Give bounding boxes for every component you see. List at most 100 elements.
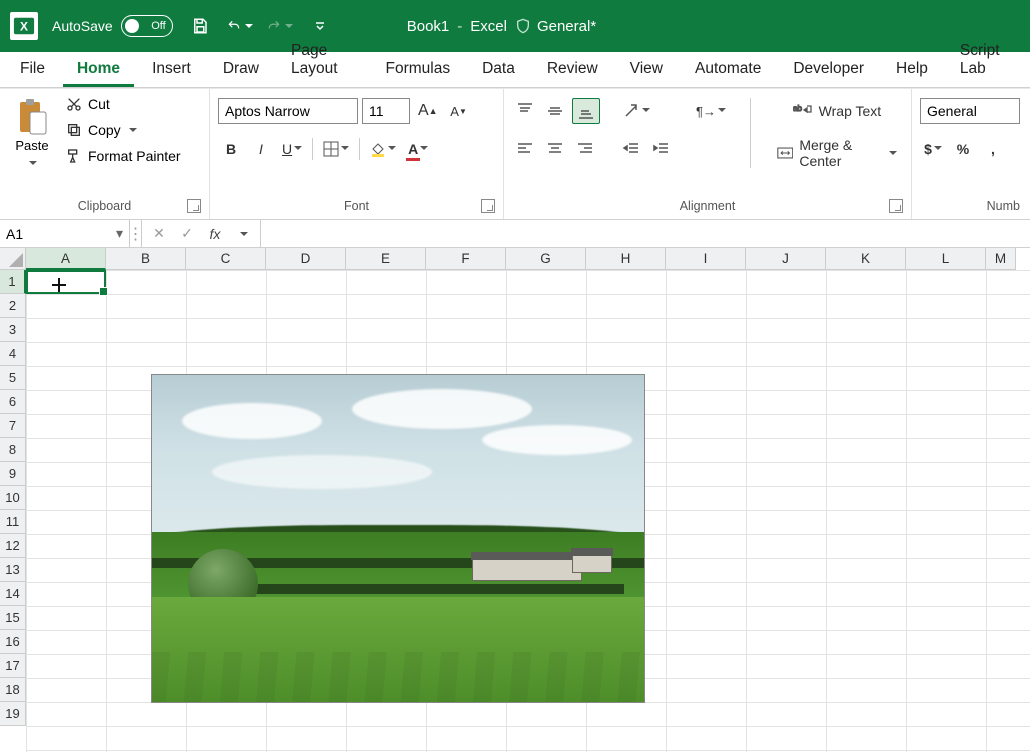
tab-data[interactable]: Data [468,52,529,87]
sensitivity-label[interactable]: General* [515,18,596,35]
font-color-button[interactable]: A [404,136,432,162]
alignment-dialog-launcher[interactable] [889,199,903,213]
autosave-control[interactable]: AutoSave Off [52,15,173,37]
align-middle-icon[interactable] [542,98,568,124]
worksheet-grid[interactable]: ABCDEFGHIJKLM 12345678910111213141516171… [0,248,1030,752]
decrease-font-icon[interactable]: A▼ [446,98,472,124]
row-header-9[interactable]: 9 [0,462,26,486]
col-header-F[interactable]: F [426,248,506,270]
align-left-icon[interactable] [512,136,538,162]
col-header-J[interactable]: J [746,248,826,270]
orientation-button[interactable] [618,98,654,124]
col-header-C[interactable]: C [186,248,266,270]
accept-formula-icon[interactable]: ✓ [174,221,200,247]
row-header-17[interactable]: 17 [0,654,26,678]
tab-insert[interactable]: Insert [138,52,205,87]
font-size-input[interactable] [362,98,410,124]
row-headers[interactable]: 12345678910111213141516171819 [0,270,26,752]
row-header-14[interactable]: 14 [0,582,26,606]
copy-button[interactable]: Copy [62,120,185,140]
font-name-input[interactable] [218,98,358,124]
formula-dropdown-icon[interactable] [230,221,256,247]
paste-dropdown-icon[interactable] [27,155,37,173]
text-direction-button[interactable]: ¶→ [692,98,730,124]
tab-home[interactable]: Home [63,52,134,87]
align-top-icon[interactable] [512,98,538,124]
tab-file[interactable]: File [6,52,59,87]
column-headers[interactable]: ABCDEFGHIJKLM [26,248,1030,270]
redo-button[interactable] [267,13,293,39]
row-header-15[interactable]: 15 [0,606,26,630]
row-header-1[interactable]: 1 [0,270,26,294]
col-header-M[interactable]: M [986,248,1016,270]
comma-style-button[interactable]: , [980,136,1006,162]
percent-button[interactable]: % [950,136,976,162]
col-header-L[interactable]: L [906,248,986,270]
tab-draw[interactable]: Draw [209,52,273,87]
chevron-down-icon[interactable]: ▾ [116,225,123,242]
embedded-image[interactable] [151,374,645,703]
row-header-19[interactable]: 19 [0,702,26,726]
col-header-G[interactable]: G [506,248,586,270]
tab-review[interactable]: Review [533,52,612,87]
row-header-8[interactable]: 8 [0,438,26,462]
align-center-icon[interactable] [542,136,568,162]
col-header-D[interactable]: D [266,248,346,270]
col-header-I[interactable]: I [666,248,746,270]
formula-input[interactable] [261,220,1030,247]
select-all-corner[interactable] [0,248,26,270]
name-box[interactable]: A1 ▾ [0,220,130,247]
number-format-input[interactable] [920,98,1020,124]
bold-button[interactable]: B [218,136,244,162]
row-header-7[interactable]: 7 [0,414,26,438]
row-header-3[interactable]: 3 [0,318,26,342]
autosave-toggle[interactable]: Off [121,15,173,37]
row-header-11[interactable]: 11 [0,510,26,534]
underline-button[interactable]: U [278,136,306,162]
row-header-6[interactable]: 6 [0,390,26,414]
row-header-5[interactable]: 5 [0,366,26,390]
save-icon[interactable] [187,13,213,39]
format-painter-button[interactable]: Format Painter [62,146,185,166]
italic-button[interactable]: I [248,136,274,162]
tab-page-layout[interactable]: Page Layout [277,34,367,87]
increase-indent-icon[interactable] [648,136,674,162]
align-right-icon[interactable] [572,136,598,162]
tab-automate[interactable]: Automate [681,52,775,87]
row-header-4[interactable]: 4 [0,342,26,366]
col-header-H[interactable]: H [586,248,666,270]
col-header-K[interactable]: K [826,248,906,270]
fx-icon[interactable]: fx [202,221,228,247]
decrease-indent-icon[interactable] [618,136,644,162]
undo-button[interactable] [227,13,253,39]
currency-button[interactable]: $ [920,136,946,162]
row-header-2[interactable]: 2 [0,294,26,318]
row-header-18[interactable]: 18 [0,678,26,702]
col-header-B[interactable]: B [106,248,186,270]
align-bottom-icon[interactable] [572,98,600,124]
font-dialog-launcher[interactable] [481,199,495,213]
row-header-10[interactable]: 10 [0,486,26,510]
clipboard-dialog-launcher[interactable] [187,199,201,213]
namebox-grip-icon[interactable]: ⋮ [130,220,142,247]
col-header-E[interactable]: E [346,248,426,270]
tab-view[interactable]: View [616,52,677,87]
increase-font-icon[interactable]: A▲ [414,98,442,124]
cancel-formula-icon[interactable]: ✕ [146,221,172,247]
active-cell[interactable] [26,270,106,294]
merge-center-button[interactable]: Merge & Center [771,140,903,166]
tab-formulas[interactable]: Formulas [371,52,464,87]
row-header-13[interactable]: 13 [0,558,26,582]
row-header-16[interactable]: 16 [0,630,26,654]
borders-button[interactable] [319,136,353,162]
tab-script-lab[interactable]: Script Lab [946,34,1024,87]
tab-developer[interactable]: Developer [779,52,878,87]
row-header-12[interactable]: 12 [0,534,26,558]
paste-button[interactable]: Paste [8,94,56,199]
cut-button[interactable]: Cut [62,94,185,114]
cells-area[interactable] [26,270,1030,752]
col-header-A[interactable]: A [26,248,106,270]
wrap-text-button[interactable]: ab Wrap Text [771,98,903,124]
fill-color-button[interactable] [366,136,400,162]
tab-help[interactable]: Help [882,52,942,87]
